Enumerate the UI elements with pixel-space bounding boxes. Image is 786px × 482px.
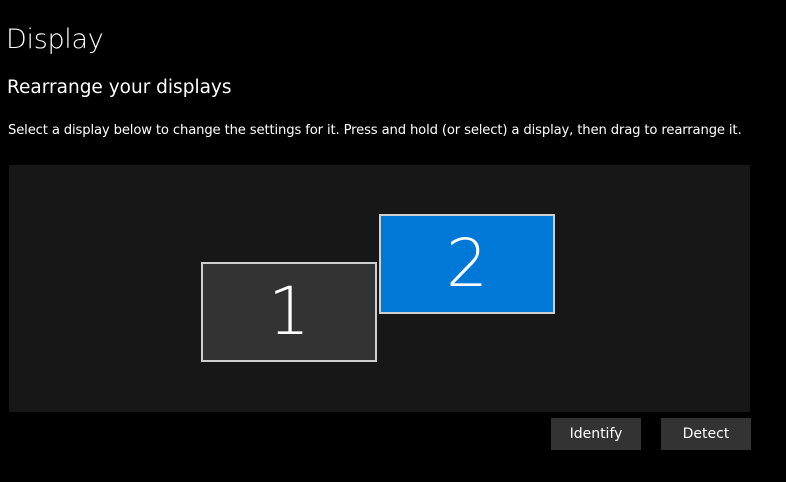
detect-button[interactable]: Detect — [661, 418, 751, 450]
display-arrangement-area: 1 2 — [9, 165, 750, 412]
display-2-number: 2 — [446, 225, 488, 302]
display-1-number: 1 — [268, 273, 310, 350]
section-title: Rearrange your displays — [7, 77, 232, 98]
identify-button[interactable]: Identify — [551, 418, 641, 450]
display-2-tile[interactable]: 2 — [379, 214, 555, 314]
display-1-tile[interactable]: 1 — [201, 262, 377, 362]
page-title: Display — [6, 24, 104, 55]
section-description: Select a display below to change the set… — [8, 123, 742, 138]
